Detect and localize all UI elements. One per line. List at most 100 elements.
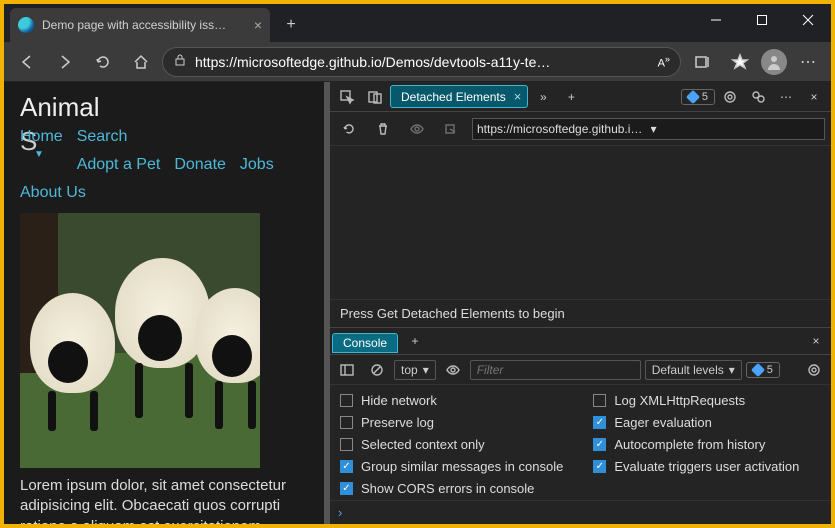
console-option[interactable]: Hide network xyxy=(340,393,563,408)
chevron-down-icon: ▾ xyxy=(651,122,821,136)
console-option[interactable]: Show CORS errors in console xyxy=(340,481,563,496)
sheep-image xyxy=(20,213,260,468)
profile-avatar[interactable] xyxy=(761,49,787,75)
console-option[interactable]: Eager evaluation xyxy=(593,415,799,430)
option-label: Show CORS errors in console xyxy=(361,481,534,496)
trash-icon[interactable] xyxy=(370,116,396,142)
live-expr-icon[interactable] xyxy=(440,357,466,383)
console-option[interactable]: Autocomplete from history xyxy=(593,437,799,452)
refresh-button[interactable] xyxy=(86,46,120,78)
checkbox[interactable] xyxy=(593,460,606,473)
frame-selector[interactable]: https://microsoftedge.github.io/Demos/de… xyxy=(472,118,825,140)
console-issues-badge[interactable]: 5 xyxy=(746,362,780,378)
option-label: Group similar messages in console xyxy=(361,459,563,474)
eye-icon[interactable] xyxy=(404,116,430,142)
url-text: https://microsoftedge.github.io/Demos/de… xyxy=(195,54,650,70)
detach-icon[interactable] xyxy=(438,116,464,142)
checkbox[interactable] xyxy=(340,460,353,473)
address-bar[interactable]: https://microsoftedge.github.io/Demos/de… xyxy=(162,47,681,77)
feedback-icon[interactable] xyxy=(745,84,771,110)
console-sidebar-icon[interactable] xyxy=(334,357,360,383)
nav-home[interactable]: Home xyxy=(20,128,63,145)
devtools: Detached Elements × » + 5 ⋯ × https://mi… xyxy=(330,82,831,524)
nav-adopt[interactable]: Adopt a Pet xyxy=(77,151,161,179)
checkbox[interactable] xyxy=(593,416,606,429)
devtools-close-icon[interactable]: × xyxy=(801,84,827,110)
close-button[interactable] xyxy=(785,4,831,36)
inspect-icon[interactable] xyxy=(334,84,360,110)
titlebar: Demo page with accessibility iss… × + xyxy=(4,4,831,42)
lock-icon xyxy=(173,53,187,70)
lorem-text: Lorem ipsum dolor, sit amet consectetur … xyxy=(20,476,308,524)
back-button[interactable] xyxy=(10,46,44,78)
new-tab-button[interactable]: + xyxy=(276,10,306,40)
dropdown-caret-icon: ▼ xyxy=(34,149,44,160)
nav-jobs[interactable]: Jobs xyxy=(240,151,274,179)
nav-about[interactable]: About Us xyxy=(20,179,308,207)
settings-icon[interactable] xyxy=(717,84,743,110)
checkbox[interactable] xyxy=(340,438,353,451)
checkbox[interactable] xyxy=(340,416,353,429)
tab-close-icon[interactable]: × xyxy=(514,89,522,104)
console-option[interactable]: Log XMLHttpRequests xyxy=(593,393,799,408)
option-label: Evaluate triggers user activation xyxy=(614,459,799,474)
console-settings: Hide network Preserve log Selected context… xyxy=(330,385,831,500)
reader-icon[interactable]: A» xyxy=(658,54,670,70)
drawer-close-icon[interactable]: × xyxy=(803,328,829,354)
window-controls xyxy=(693,4,831,36)
issues-badge[interactable]: 5 xyxy=(681,89,715,105)
tab-label: Detached Elements xyxy=(401,90,506,104)
detached-panel xyxy=(330,146,831,299)
checkbox[interactable] xyxy=(340,482,353,495)
option-label: Eager evaluation xyxy=(614,415,712,430)
clear-console-icon[interactable] xyxy=(364,357,390,383)
minimize-button[interactable] xyxy=(693,4,739,36)
maximize-button[interactable] xyxy=(739,4,785,36)
checkbox[interactable] xyxy=(340,394,353,407)
option-label: Selected context only xyxy=(361,437,485,452)
chevron-down-icon: ▾ xyxy=(423,363,429,377)
context-selector[interactable]: top▾ xyxy=(394,360,436,380)
tab-console[interactable]: Console xyxy=(332,333,398,353)
device-icon[interactable] xyxy=(362,84,388,110)
drawer-new-tab-icon[interactable]: + xyxy=(402,328,428,354)
new-tab-icon[interactable]: + xyxy=(558,84,584,110)
option-label: Hide network xyxy=(361,393,437,408)
content-area: Animal S Home▼ SearchAdopt a Pet Donate … xyxy=(4,82,831,524)
menu-button[interactable]: ⋯ xyxy=(791,46,825,78)
nav-search[interactable]: Search xyxy=(77,123,161,151)
tab-detached-elements[interactable]: Detached Elements × xyxy=(390,85,528,108)
console-option[interactable]: Group similar messages in console xyxy=(340,459,563,474)
log-levels[interactable]: Default levels▾ xyxy=(645,360,742,380)
page-title: Animal xyxy=(20,92,308,123)
checkbox[interactable] xyxy=(593,394,606,407)
console-filter[interactable] xyxy=(470,360,641,380)
option-label: Log XMLHttpRequests xyxy=(614,393,745,408)
more-tabs-icon[interactable]: » xyxy=(530,84,556,110)
page-nav: Home ▼ SearchAdopt a Pet Donate Jobs Abou… xyxy=(20,123,308,207)
devtools-tabbar: Detached Elements × » + 5 ⋯ × xyxy=(330,82,831,112)
home-button[interactable] xyxy=(124,46,158,78)
tab-close-icon[interactable]: × xyxy=(254,17,262,33)
browser-toolbar: https://microsoftedge.github.io/Demos/de… xyxy=(4,42,831,82)
option-label: Preserve log xyxy=(361,415,434,430)
favorite-icon[interactable] xyxy=(723,46,757,78)
console-option[interactable]: Selected context only xyxy=(340,437,563,452)
forward-button[interactable] xyxy=(48,46,82,78)
demo-page: Animal S Home▼ SearchAdopt a Pet Donate … xyxy=(4,82,324,524)
browser-tab[interactable]: Demo page with accessibility iss… × xyxy=(10,8,270,42)
issue-icon xyxy=(686,89,700,103)
detached-message: Press Get Detached Elements to begin xyxy=(330,299,831,327)
issue-icon xyxy=(751,362,765,376)
nav-donate[interactable]: Donate xyxy=(174,151,226,179)
console-option[interactable]: Evaluate triggers user activation xyxy=(593,459,799,474)
refresh-detached-icon[interactable] xyxy=(336,116,362,142)
drawer-tabbar: Console + × xyxy=(330,327,831,355)
console-settings-icon[interactable] xyxy=(801,357,827,383)
read-aloud-icon[interactable] xyxy=(685,46,719,78)
checkbox[interactable] xyxy=(593,438,606,451)
console-prompt[interactable]: › xyxy=(330,500,831,524)
console-option[interactable]: Preserve log xyxy=(340,415,563,430)
chevron-down-icon: ▾ xyxy=(729,363,735,377)
more-icon[interactable]: ⋯ xyxy=(773,84,799,110)
